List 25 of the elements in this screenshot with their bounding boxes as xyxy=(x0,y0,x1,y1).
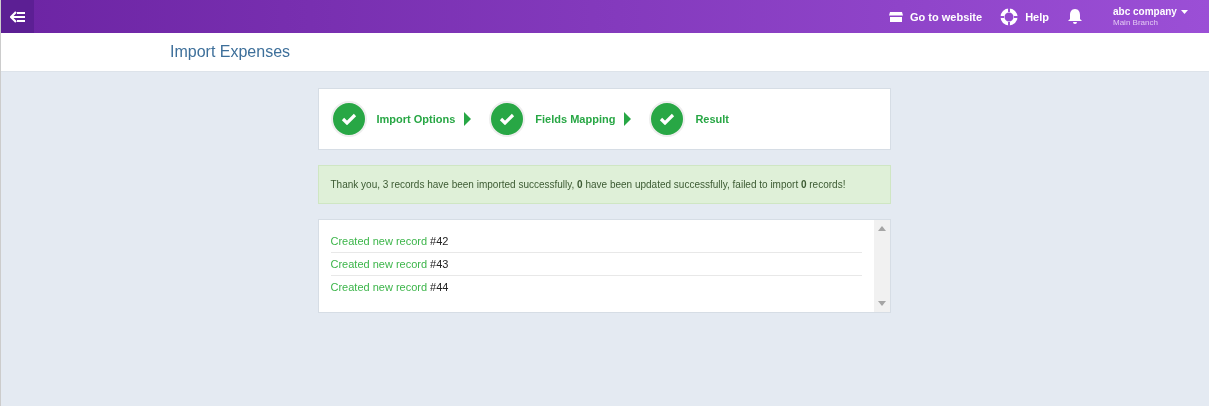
store-icon xyxy=(889,10,904,23)
record-number: #43 xyxy=(430,258,449,270)
back-arrow-icon xyxy=(9,10,26,23)
step-label: Result xyxy=(695,113,729,125)
help-link[interactable]: Help xyxy=(1000,7,1049,26)
website-link[interactable]: Go to website xyxy=(889,10,983,23)
success-message: Thank you, 3 records have been imported successfully, 0 have been updated successfully, failed to import 0 records! xyxy=(317,165,891,204)
record-label: Created new record xyxy=(330,235,428,247)
step-label: Import Options xyxy=(376,113,456,125)
page-title: Import Expenses xyxy=(170,43,291,61)
scroll-down-icon[interactable] xyxy=(877,301,886,306)
lifebuoy-icon xyxy=(1000,7,1019,26)
bell-icon[interactable] xyxy=(1067,8,1083,25)
record-label: Created new record xyxy=(330,281,428,293)
caret-icon xyxy=(1180,9,1188,14)
record-label: Created new record xyxy=(330,258,428,270)
step-label: Fields Mapping xyxy=(535,113,616,125)
scrollbar[interactable] xyxy=(873,220,890,312)
account-menu[interactable]: abc company Main Branch xyxy=(1113,6,1197,27)
sidebar-toggle-button[interactable] xyxy=(1,0,34,33)
arrow-icon xyxy=(624,112,632,126)
arrow-icon xyxy=(464,112,472,126)
record-number: #42 xyxy=(430,235,449,247)
record-number: #44 xyxy=(430,281,449,293)
scroll-up-icon[interactable] xyxy=(877,226,886,231)
